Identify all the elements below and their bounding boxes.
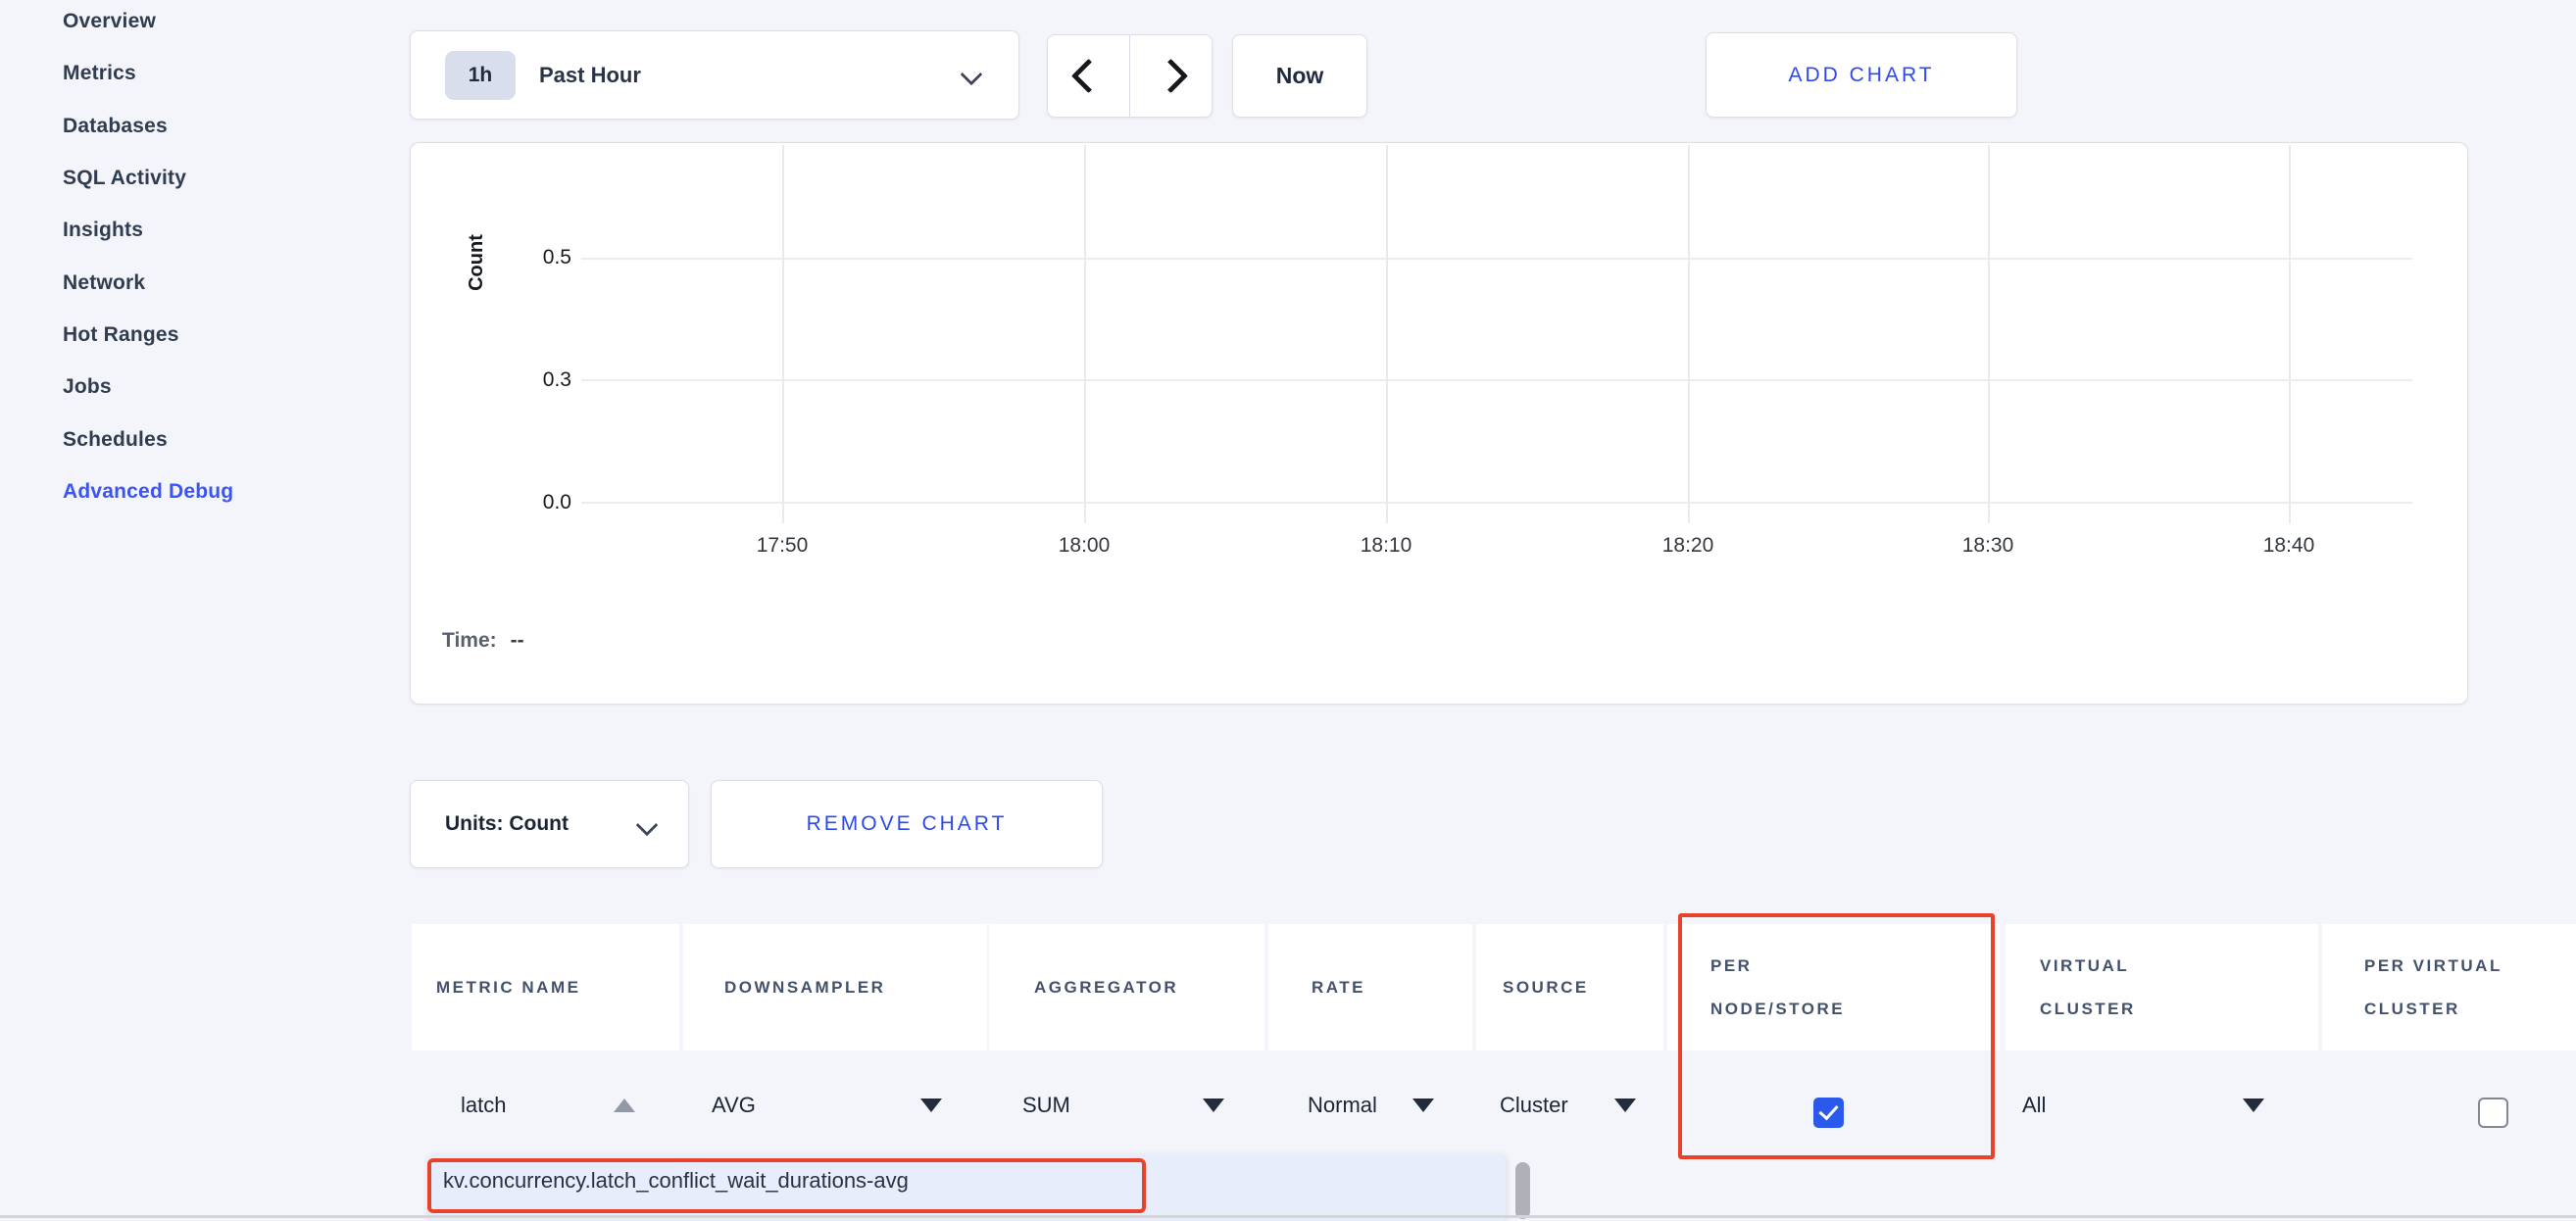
gridline <box>1084 145 1086 523</box>
virtual-cluster-select[interactable]: All <box>2022 1082 2264 1129</box>
rate-select[interactable]: Normal <box>1308 1082 1434 1129</box>
gridline <box>581 502 2412 504</box>
per-virtual-cluster-checkbox[interactable] <box>2478 1098 2508 1128</box>
chart-card: Count 0.5 0.3 0.0 17:50 18:00 18:10 18:2… <box>410 142 2468 705</box>
column-header-virtual-cluster: VIRTUAL CLUSTER <box>2006 924 2318 1050</box>
chevron-down-icon <box>636 814 659 837</box>
sidebar-item-schedules[interactable]: Schedules <box>63 428 168 452</box>
source-select[interactable]: Cluster <box>1500 1082 1636 1129</box>
sidebar-item-databases[interactable]: Databases <box>63 115 168 138</box>
y-tick-label: 0.0 <box>511 491 571 514</box>
column-header-metric-name: METRIC NAME <box>412 924 679 1050</box>
y-axis-label: Count <box>447 219 506 307</box>
per-node-store-checkbox[interactable] <box>1813 1098 1844 1128</box>
x-tick-label: 18:10 <box>1332 534 1440 558</box>
metric-name-input[interactable]: latch <box>461 1082 635 1129</box>
custom-chart-page: Overview Metrics Databases SQL Activity … <box>0 0 2576 1221</box>
chevron-right-icon <box>1154 59 1188 93</box>
aggregator-value: SUM <box>1022 1093 1070 1118</box>
column-header-downsampler: DOWNSAMPLER <box>683 924 987 1050</box>
downsampler-select[interactable]: AVG <box>712 1082 942 1129</box>
metric-name-value: latch <box>461 1093 506 1118</box>
column-header-per-node-store: PER NODE/STORE <box>1667 924 2000 1050</box>
gridline <box>1386 145 1388 523</box>
sidebar-item-jobs[interactable]: Jobs <box>63 375 112 399</box>
y-tick-label: 0.3 <box>511 368 571 392</box>
column-header-rate: RATE <box>1268 924 1472 1050</box>
column-header-source: SOURCE <box>1476 924 1663 1050</box>
sidebar-item-insights[interactable]: Insights <box>63 219 143 242</box>
sidebar-item-advanced-debug[interactable]: Advanced Debug <box>63 480 233 504</box>
gridline <box>1988 145 1990 523</box>
dropdown-triangle-icon <box>920 1099 942 1112</box>
rate-value: Normal <box>1308 1093 1377 1118</box>
sidebar-item-sql-activity[interactable]: SQL Activity <box>63 167 186 190</box>
metric-suggestions-dropdown: kv.concurrency.latch_conflict_wait_durat… <box>429 1154 1506 1221</box>
gridline <box>782 145 784 523</box>
gridline <box>1688 145 1690 523</box>
sidebar-item-overview[interactable]: Overview <box>63 10 156 33</box>
column-header-aggregator: AGGREGATOR <box>989 924 1264 1050</box>
sidebar-item-network[interactable]: Network <box>63 271 145 295</box>
hover-time-readout: Time: -- <box>442 629 524 653</box>
dropdown-triangle-icon <box>2243 1099 2264 1112</box>
units-select[interactable]: Units: Count <box>410 780 689 868</box>
gridline <box>581 379 2412 381</box>
time-range-select[interactable]: 1h Past Hour <box>410 30 1019 120</box>
time-readout-label: Time: <box>442 629 497 652</box>
dropdown-scrollbar[interactable] <box>1515 1162 1530 1219</box>
metric-suggestion-item[interactable]: kv.concurrency.latch_conflict_wait_durat… <box>443 1168 909 1194</box>
now-button[interactable]: Now <box>1232 34 1367 118</box>
add-chart-button[interactable]: ADD CHART <box>1706 32 2017 118</box>
dropdown-triangle-icon <box>1412 1099 1434 1112</box>
downsampler-value: AVG <box>712 1093 756 1118</box>
previous-timeframe-button[interactable] <box>1048 35 1129 117</box>
x-tick-label: 18:40 <box>2235 534 2343 558</box>
dropdown-triangle-icon <box>1203 1099 1224 1112</box>
chevron-down-icon <box>961 64 983 86</box>
gridline <box>581 258 2412 260</box>
bottom-divider <box>0 1215 2576 1218</box>
time-window-label: Past Hour <box>539 63 641 88</box>
remove-chart-button[interactable]: REMOVE CHART <box>711 780 1103 868</box>
chevron-left-icon <box>1071 59 1106 93</box>
sort-up-triangle-icon <box>614 1099 635 1112</box>
sidebar-item-metrics[interactable]: Metrics <box>63 62 136 85</box>
x-tick-label: 18:00 <box>1030 534 1138 558</box>
dropdown-triangle-icon <box>1614 1099 1636 1112</box>
virtual-cluster-value: All <box>2022 1093 2046 1118</box>
gridline <box>2289 145 2291 523</box>
time-readout-value: -- <box>511 629 524 652</box>
y-tick-label: 0.5 <box>511 246 571 269</box>
time-step-buttons <box>1047 34 1213 118</box>
time-window-badge: 1h <box>445 51 516 100</box>
column-header-per-virtual-cluster: PER VIRTUAL CLUSTER <box>2322 924 2576 1050</box>
source-value: Cluster <box>1500 1093 1568 1118</box>
sidebar-item-hot-ranges[interactable]: Hot Ranges <box>63 323 179 347</box>
x-tick-label: 17:50 <box>728 534 836 558</box>
aggregator-select[interactable]: SUM <box>1022 1082 1224 1129</box>
x-tick-label: 18:30 <box>1934 534 2042 558</box>
next-timeframe-button[interactable] <box>1129 35 1212 117</box>
x-tick-label: 18:20 <box>1634 534 1742 558</box>
units-select-label: Units: Count <box>445 812 569 836</box>
